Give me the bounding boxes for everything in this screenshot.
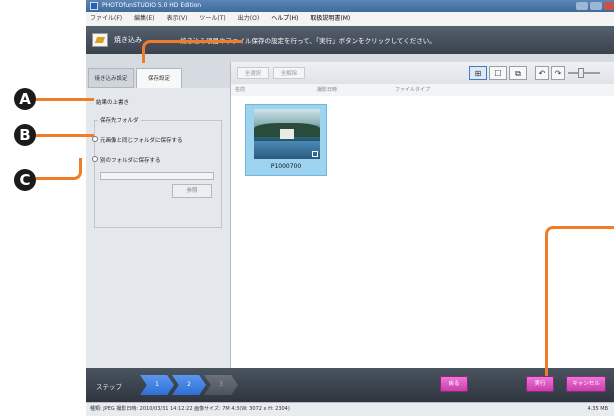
settings-tabs: 焼き込み設定 保存設定 — [86, 62, 230, 88]
status-info: 種類: JPEG 撮影日時: 2010/03/31 14:12:22 画像サイズ… — [90, 406, 290, 412]
thumbnail-image[interactable] — [254, 109, 320, 159]
minimize-icon[interactable] — [576, 2, 588, 10]
step-1: 1 — [140, 375, 174, 395]
status-file-size: 4.35 MB — [587, 406, 608, 412]
same-folder-label[interactable]: 元画像と同じフォルダに保存する — [100, 136, 183, 144]
folder-path-field[interactable] — [100, 172, 214, 180]
cancel-button[interactable]: キャンセル — [566, 376, 606, 392]
marker-b: B — [14, 124, 36, 146]
thumbnail-item[interactable]: P1000700 — [245, 104, 327, 176]
step-3: 3 — [204, 375, 238, 395]
menu-manual[interactable]: 取扱説明書(M) — [310, 15, 350, 22]
mode-title: 焼き込み — [114, 36, 142, 44]
execute-button[interactable]: 実行 — [526, 376, 554, 392]
column-name[interactable]: 名前 — [235, 84, 245, 96]
back-button[interactable]: 戻る — [440, 376, 468, 392]
compare-view-icon[interactable]: ⧉ — [509, 66, 527, 80]
single-view-icon[interactable]: ☐ — [489, 66, 507, 80]
other-folder-label[interactable]: 別のフォルダに保存する — [100, 156, 161, 164]
zoom-slider[interactable] — [568, 68, 600, 78]
thumbnail-view-icon[interactable]: ⊞ — [469, 66, 487, 80]
status-bar: 種類: JPEG 撮影日時: 2010/03/31 14:12:22 画像サイズ… — [86, 402, 614, 416]
browse-button[interactable]: 参照 — [172, 184, 212, 198]
rotate-left-icon[interactable]: ↶ — [535, 66, 549, 80]
edited-badge-icon — [312, 151, 318, 157]
marker-a: A — [14, 88, 36, 110]
burn-in-icon — [92, 33, 108, 47]
menu-bar: ファイル(F) 編集(E) 表示(V) ツール(T) 出力(O) ヘルプ(H) 取扱説明書(… — [86, 12, 614, 27]
toolbar: 全選択 全解除 ⊞ ☐ ⧉ ↶ ↷ — [231, 62, 614, 85]
close-icon[interactable] — [604, 2, 614, 10]
callout-c-line — [36, 158, 82, 180]
menu-help[interactable]: ヘルプ(H) — [271, 15, 298, 22]
rotate-right-icon[interactable]: ↷ — [551, 66, 565, 80]
column-shot-date[interactable]: 撮影日時 — [317, 84, 337, 96]
menu-output[interactable]: 出力(O) — [238, 15, 259, 22]
step-bar: ステップ 1 2 3 戻る 実行 キャンセル — [86, 368, 614, 402]
callout-execute-line — [545, 226, 614, 376]
other-folder-radio[interactable] — [92, 156, 98, 162]
save-folder-group-title: 保存先フォルダ — [98, 116, 141, 124]
callout-b-line — [36, 134, 94, 137]
overwrite-option[interactable]: 結果の上書き — [96, 98, 129, 106]
menu-tools[interactable]: ツール(T) — [199, 15, 225, 22]
deselect-all-button[interactable]: 全解除 — [273, 67, 305, 79]
step-2: 2 — [172, 375, 206, 395]
callout-tab-line — [142, 40, 242, 63]
app-icon — [90, 2, 98, 10]
thumbnail-filename: P1000700 — [270, 163, 302, 170]
column-file-type[interactable]: ファイルタイプ — [395, 84, 430, 96]
photo-house — [280, 129, 294, 139]
marker-c: C — [14, 169, 36, 191]
maximize-icon[interactable] — [590, 2, 602, 10]
tab-burn-in-settings[interactable]: 焼き込み設定 — [88, 68, 134, 88]
tab-save-settings[interactable]: 保存設定 — [136, 68, 182, 88]
photo-water — [254, 141, 320, 159]
zoom-slider-knob[interactable] — [578, 68, 584, 78]
menu-view[interactable]: 表示(V) — [167, 15, 188, 22]
title-bar: PHOTOfunSTUDIO 5.0 HD Edition — [86, 0, 614, 12]
window-title: PHOTOfunSTUDIO 5.0 HD Edition — [102, 2, 202, 9]
menu-file[interactable]: ファイル(F) — [90, 15, 122, 22]
step-label: ステップ — [96, 383, 122, 391]
select-all-button[interactable]: 全選択 — [237, 67, 269, 79]
menu-edit[interactable]: 編集(E) — [134, 15, 154, 22]
settings-panel: 焼き込み設定 保存設定 結果の上書き 保存先フォルダ 元画像と同じフォルダに保存… — [86, 62, 231, 368]
callout-a-line — [36, 98, 94, 101]
